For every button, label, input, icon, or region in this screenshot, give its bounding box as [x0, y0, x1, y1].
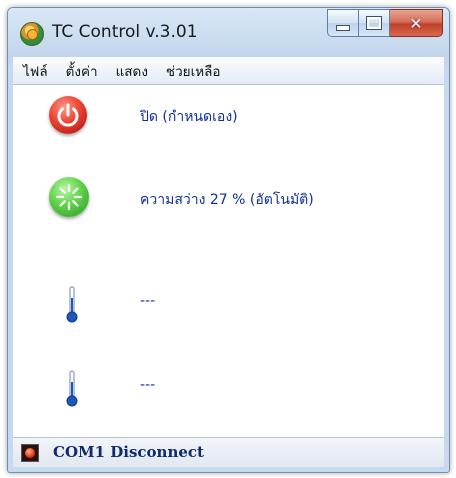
temperature-value-2: ---	[140, 377, 156, 393]
light-row: ความสว่าง 27 % (อัตโนมัติ)	[13, 173, 444, 243]
menu-file[interactable]: ไฟล์	[13, 60, 56, 82]
window-title: TC Control v.3.01	[52, 22, 198, 42]
brightness-label: ความสว่าง 27 % (อัตโนมัติ)	[140, 192, 314, 208]
temperature-value-1: ---	[140, 293, 156, 309]
connection-status-text: COM1 Disconnect	[53, 443, 204, 461]
close-button[interactable]: ✕	[390, 9, 443, 37]
connection-status-icon	[21, 444, 39, 462]
power-row: ปิด (กำหนดเอง)	[13, 91, 444, 161]
temperature-row-2: ---	[13, 357, 444, 427]
title-bar[interactable]: TC Control v.3.01 ✕	[8, 8, 449, 56]
power-status-label: ปิด (กำหนดเอง)	[140, 109, 238, 125]
main-panel: ปิด (กำหนดเอง) ความสว่าง 27 % (อัตโนมัติ…	[13, 85, 444, 437]
light-sensor-icon[interactable]	[49, 177, 89, 217]
minimize-button[interactable]	[327, 9, 359, 37]
menu-help[interactable]: ช่วยเหลือ	[156, 60, 229, 82]
menu-view[interactable]: แสดง	[106, 60, 156, 82]
maximize-icon	[366, 16, 382, 30]
menu-settings[interactable]: ตั้งค่า	[56, 60, 106, 82]
power-off-icon[interactable]	[49, 96, 87, 134]
thermometer-icon	[66, 286, 78, 323]
thermometer-icon	[66, 370, 78, 407]
caption-buttons: ✕	[327, 9, 443, 37]
app-window: TC Control v.3.01 ✕ ไฟล์ ตั้งค่า แสดง ช่…	[7, 7, 450, 473]
close-icon: ✕	[409, 13, 423, 33]
minimize-icon	[336, 25, 350, 31]
maximize-button[interactable]	[359, 9, 390, 37]
temperature-row-1: ---	[13, 271, 444, 341]
status-bar: COM1 Disconnect	[13, 437, 444, 467]
app-icon[interactable]	[20, 22, 44, 46]
menu-bar: ไฟล์ ตั้งค่า แสดง ช่วยเหลือ	[13, 57, 444, 85]
